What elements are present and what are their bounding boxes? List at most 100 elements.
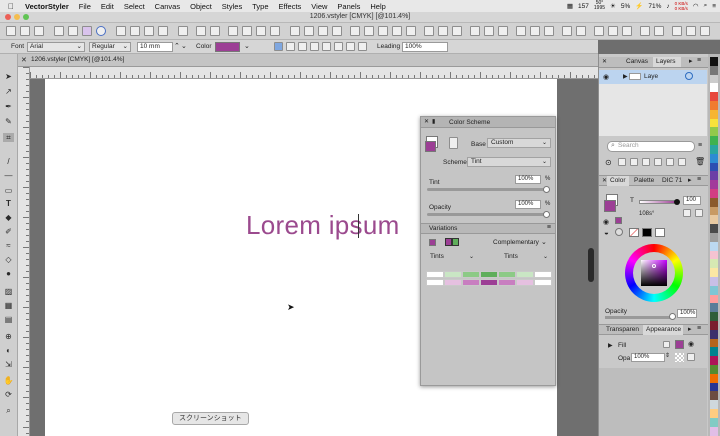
gradient-tool-icon[interactable]: ▨ <box>3 287 14 296</box>
blend-tool-icon[interactable]: ◐ <box>3 346 14 355</box>
variation-swatch[interactable] <box>534 271 552 278</box>
text-frame-icon[interactable] <box>54 26 64 36</box>
layers-list[interactable] <box>599 84 707 136</box>
path-subtract-icon[interactable] <box>304 26 314 36</box>
search-menu-icon[interactable]: ≡ <box>698 142 702 149</box>
right-tints-select[interactable]: Tints ⌄ <box>501 253 551 263</box>
tint-gradient-slider[interactable] <box>639 200 677 204</box>
complementary-swatch-1[interactable] <box>445 238 452 246</box>
new-document-icon[interactable] <box>6 26 16 36</box>
palette-swatch[interactable] <box>710 259 718 269</box>
layers-search-input[interactable]: Search <box>607 141 695 152</box>
tint-field[interactable]: 100% <box>515 175 541 184</box>
panel-toggle-icon[interactable] <box>672 26 682 36</box>
horizontal-ruler[interactable] <box>30 67 598 79</box>
palette-swatch[interactable] <box>710 92 718 102</box>
line-tool-icon[interactable]: — <box>3 171 14 180</box>
palette-swatch[interactable] <box>710 321 718 330</box>
node-tool-icon[interactable]: ↗ <box>3 87 14 96</box>
save-icon[interactable] <box>34 26 44 36</box>
palette-swatch[interactable] <box>710 277 718 286</box>
path-exclude-icon[interactable] <box>332 26 342 36</box>
wifi-icon[interactable]: ◠ <box>693 2 699 10</box>
palette-swatch[interactable] <box>710 268 718 278</box>
hamburger-menu-icon[interactable]: ≡ <box>697 57 701 64</box>
palette-swatch[interactable] <box>710 294 718 304</box>
panel-header[interactable]: ✕ ▮ Color Scheme <box>421 117 555 128</box>
menu-styles[interactable]: Styles <box>217 2 247 11</box>
mask-icon[interactable] <box>452 26 462 36</box>
palette-swatch[interactable] <box>710 338 718 348</box>
color-grid-icon[interactable] <box>695 209 703 217</box>
indent-icon[interactable] <box>334 42 343 51</box>
open-icon[interactable] <box>20 26 30 36</box>
chevron-down-icon[interactable]: ⌄ <box>244 42 250 50</box>
opacity-field[interactable]: 100% <box>677 309 697 318</box>
palette-swatch[interactable] <box>710 426 718 436</box>
apple-menu-icon[interactable]:  <box>0 2 20 11</box>
pen-tool-icon[interactable]: ✒ <box>3 102 14 111</box>
complementary-swatch-2[interactable] <box>452 238 459 246</box>
menu-file[interactable]: File <box>74 2 96 11</box>
smudge-tool-icon[interactable]: ≈ <box>3 241 14 250</box>
pixel-preview-icon[interactable] <box>622 26 632 36</box>
palette-swatch[interactable] <box>710 250 718 260</box>
brush-icon[interactable] <box>350 26 360 36</box>
appearance-fill-swatch[interactable] <box>675 340 684 349</box>
palette-swatch[interactable] <box>710 162 718 172</box>
settings-icon[interactable] <box>686 26 696 36</box>
menu-select[interactable]: Select <box>119 2 150 11</box>
palette-swatch[interactable] <box>710 224 718 234</box>
hamburger-menu-icon[interactable]: ≡ <box>547 224 551 231</box>
variation-swatch[interactable] <box>480 279 498 286</box>
color-fill-swatch[interactable] <box>604 200 616 212</box>
app-menu[interactable]: VectorStyler <box>20 2 74 11</box>
palette-swatch[interactable] <box>710 118 718 128</box>
variation-swatch[interactable] <box>462 279 480 286</box>
menu-object[interactable]: Object <box>185 2 217 11</box>
justify-all-icon[interactable] <box>322 42 331 51</box>
color-wheel-icon[interactable] <box>96 26 106 36</box>
palette-swatch[interactable] <box>710 233 718 242</box>
tab-palette[interactable]: Palette <box>631 176 654 186</box>
arrange-front-icon[interactable] <box>144 26 154 36</box>
tint-slider-knob[interactable] <box>543 186 550 193</box>
leading-field[interactable]: 100% <box>402 42 448 52</box>
shadow-icon[interactable] <box>498 26 508 36</box>
variation-swatch[interactable] <box>516 279 534 286</box>
hamburger-menu-icon[interactable]: ≡ <box>697 325 701 332</box>
brush-tool-icon[interactable]: ✐ <box>3 227 14 236</box>
font-weight-select[interactable]: Regular ⌄ <box>89 42 131 52</box>
menu-panels[interactable]: Panels <box>332 2 365 11</box>
black-swatch[interactable] <box>642 228 652 237</box>
crop-tool-icon[interactable]: ⌗ <box>3 133 14 142</box>
rotate-view-tool-icon[interactable]: ⟳ <box>3 390 14 399</box>
opacity-slider[interactable] <box>427 213 547 216</box>
variation-swatch[interactable] <box>462 271 480 278</box>
text-on-path-icon[interactable] <box>392 26 402 36</box>
vertical-ruler[interactable] <box>18 67 30 436</box>
none-swatch[interactable] <box>629 228 639 237</box>
zoom-tool-icon[interactable]: ⌕ <box>3 406 14 415</box>
mask-layer-icon[interactable] <box>666 158 674 166</box>
volume-value[interactable]: 71% <box>648 3 661 10</box>
eye-icon[interactable]: ◉ <box>603 73 609 81</box>
group-icon[interactable] <box>116 26 126 36</box>
new-group-icon[interactable] <box>618 158 626 166</box>
palette-swatch[interactable] <box>710 400 718 410</box>
path-intersect-icon[interactable] <box>318 26 328 36</box>
variation-swatch[interactable] <box>426 271 444 278</box>
menu-edit[interactable]: Edit <box>96 2 119 11</box>
zoom-icon[interactable] <box>640 26 650 36</box>
palette-swatch[interactable] <box>710 329 718 339</box>
knife-tool-icon[interactable]: / <box>3 157 14 166</box>
tab-canvas[interactable]: Canvas <box>623 57 648 67</box>
layer-options-icon[interactable] <box>678 158 686 166</box>
palette-swatch[interactable] <box>710 391 718 401</box>
layer-row[interactable]: ◉ ▶ Laye <box>599 70 707 84</box>
transparency-swatch[interactable] <box>675 353 684 362</box>
list-icon[interactable] <box>358 42 367 51</box>
layer-target-icon[interactable] <box>685 72 693 80</box>
base-select[interactable]: Custom ⌄ <box>487 138 551 148</box>
align-left-text-icon[interactable] <box>274 42 283 51</box>
